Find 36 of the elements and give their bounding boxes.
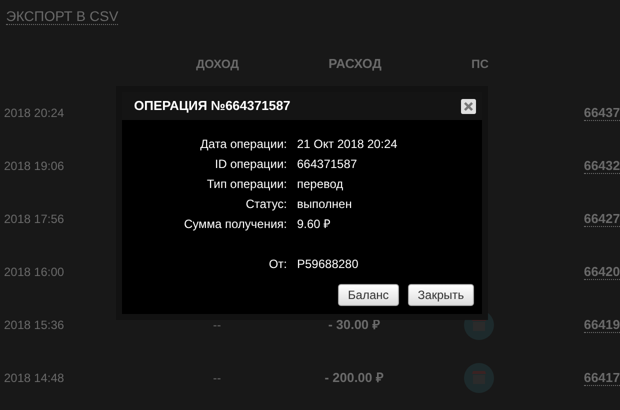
id-link[interactable]: 66417	[584, 370, 620, 386]
table-cell: 2018 20:24	[4, 106, 64, 120]
id-link[interactable]: 66427	[584, 210, 620, 227]
dialog-button[interactable]: Баланс	[338, 284, 399, 306]
table-cell: --	[213, 370, 222, 384]
field-label: Дата операции:	[199, 136, 287, 153]
table-cell: 2018 17:56	[4, 212, 64, 226]
column-header: РАСХОД	[328, 56, 382, 72]
field-value: 9.60 ₽	[297, 216, 331, 233]
modal-title: ОПЕРАЦИЯ №664371587	[134, 97, 290, 116]
field-label: От:	[268, 256, 287, 273]
field-label: Тип операции:	[206, 176, 287, 193]
id-link[interactable]: 66437	[584, 104, 620, 121]
table-cell: --	[213, 318, 222, 332]
field-label: Статус:	[244, 196, 287, 213]
table-cell: 2018 19:06	[4, 158, 64, 172]
field-value: 21 Окт 2018 20:24	[297, 136, 398, 153]
table-cell: - 200.00 ₽	[324, 370, 384, 385]
column-header: ДОХОД	[196, 57, 239, 71]
export-link[interactable]: ЭКСПОРТ В CSV	[6, 8, 118, 25]
id-link[interactable]: 66420	[584, 264, 620, 280]
id-link[interactable]: 66419	[584, 316, 620, 333]
field-value: 664371587	[297, 156, 358, 173]
field-value: перевод	[297, 176, 344, 193]
close-button[interactable]	[461, 98, 476, 114]
column-header: ПС	[471, 56, 489, 73]
field-value: выполнен	[297, 196, 352, 213]
field-label: Сумма получения:	[182, 216, 287, 233]
field-value: P59688280	[297, 256, 358, 273]
dialog-button[interactable]: Закрыть	[408, 284, 474, 306]
close-icon	[464, 102, 473, 110]
table-cell: 2018 16:00	[4, 264, 64, 278]
field-label: ID операции:	[214, 156, 287, 173]
id-link[interactable]: 66432	[584, 158, 620, 174]
table-cell: 2018 14:48	[4, 370, 64, 384]
table-cell: 2018 15:36	[4, 318, 64, 332]
